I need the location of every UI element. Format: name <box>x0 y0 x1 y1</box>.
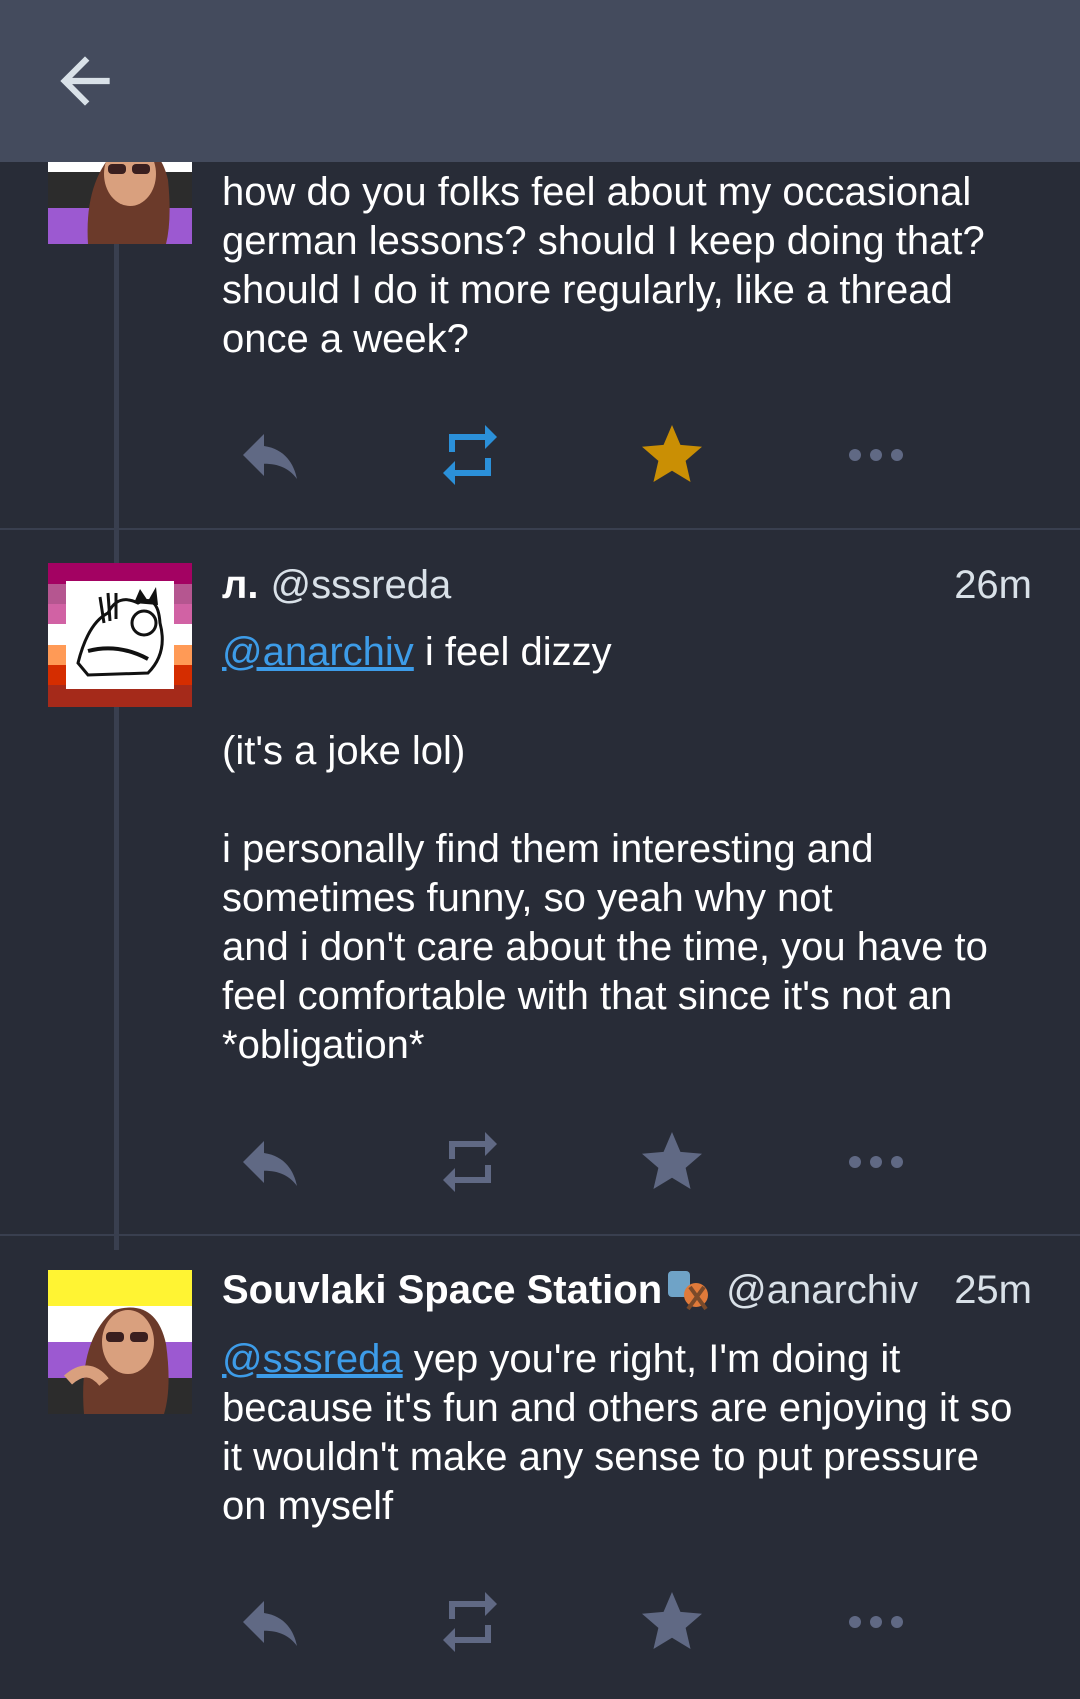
status-content: @sssreda yep you're right, I'm doing it … <box>222 1335 1032 1531</box>
status-content: @anarchiv i feel dizzy <box>222 628 1032 677</box>
status-actions <box>0 1122 1080 1202</box>
more-horizontal-icon <box>849 1616 903 1628</box>
divider <box>0 528 1080 530</box>
status-actions <box>0 415 1080 495</box>
boost-button[interactable] <box>430 1122 510 1202</box>
avatar[interactable] <box>48 1270 192 1414</box>
star-icon <box>642 1592 702 1649</box>
mention-link[interactable]: @anarchiv <box>222 630 414 674</box>
star-icon <box>642 425 702 482</box>
status-content: how do you folks feel about my occasiona… <box>222 170 996 361</box>
star-icon <box>642 1132 702 1189</box>
boost-button[interactable] <box>430 1582 510 1662</box>
arrow-left-icon <box>60 56 110 106</box>
reply-icon <box>243 434 297 479</box>
reply-icon <box>243 1141 297 1186</box>
status-header: л. @sssreda 26m <box>222 560 1032 610</box>
back-button[interactable] <box>48 44 122 118</box>
avatar[interactable] <box>48 563 192 707</box>
username[interactable]: @sssreda <box>271 560 1032 610</box>
status-header: Souvlaki Space Station @anarchiv 25m <box>222 1265 1032 1315</box>
more-button[interactable] <box>836 1582 916 1662</box>
content-text: i feel dizzy <box>413 630 612 674</box>
mention-link[interactable]: @sssreda <box>222 1337 403 1381</box>
divider <box>0 1234 1080 1236</box>
reply-button[interactable] <box>230 1122 310 1202</box>
reply-button[interactable] <box>230 415 310 495</box>
more-horizontal-icon <box>849 1156 903 1168</box>
display-name[interactable]: л. <box>222 560 259 610</box>
boost-icon <box>443 425 497 485</box>
top-bar <box>0 0 1080 162</box>
custom-emoji-icon <box>664 1265 714 1315</box>
status-content: (it's a joke lol) i personally find them… <box>222 729 988 1067</box>
status-actions <box>0 1582 1080 1662</box>
reply-icon <box>243 1601 297 1646</box>
more-button[interactable] <box>836 415 916 495</box>
boost-icon <box>443 1132 497 1192</box>
display-name[interactable]: Souvlaki Space Station <box>222 1265 662 1315</box>
reply-button[interactable] <box>230 1582 310 1662</box>
more-horizontal-icon <box>849 449 903 461</box>
favourite-button[interactable] <box>632 1582 712 1662</box>
more-button[interactable] <box>836 1122 916 1202</box>
favourite-button[interactable] <box>632 1122 712 1202</box>
boost-button[interactable] <box>430 415 510 495</box>
timestamp[interactable]: 26m <box>950 560 1032 610</box>
timestamp[interactable]: 25m <box>950 1265 1032 1315</box>
favourite-button[interactable] <box>632 415 712 495</box>
boost-icon <box>443 1592 497 1652</box>
